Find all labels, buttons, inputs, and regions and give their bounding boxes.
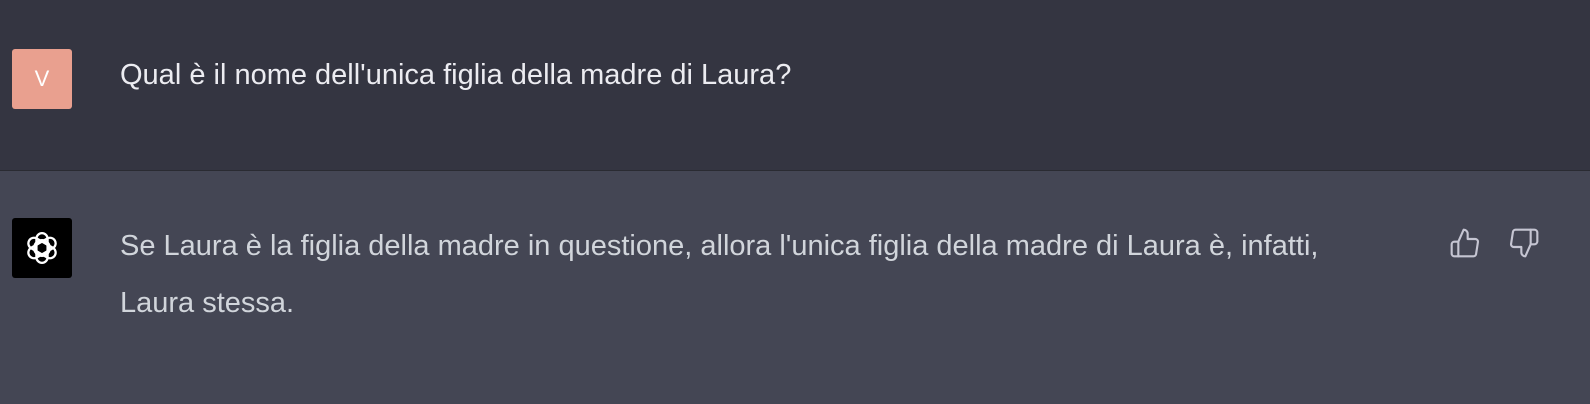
openai-logo-icon <box>27 231 57 265</box>
like-button[interactable] <box>1448 226 1482 260</box>
user-message-text: Qual è il nome dell'unica figlia della m… <box>120 59 792 91</box>
thumbs-up-icon <box>1450 228 1479 258</box>
feedback-buttons <box>1448 226 1541 260</box>
dislike-button[interactable] <box>1507 226 1541 260</box>
assistant-avatar <box>12 218 72 278</box>
user-avatar-initial: V <box>34 66 50 91</box>
user-avatar: V <box>12 49 72 109</box>
user-message-row: V Qual è il nome dell'unica figlia della… <box>0 0 1590 171</box>
assistant-message-text: Se Laura è la figlia della madre in ques… <box>120 230 1319 319</box>
thumbs-down-icon <box>1510 228 1539 258</box>
assistant-message-row: Se Laura è la figlia della madre in ques… <box>0 171 1590 404</box>
